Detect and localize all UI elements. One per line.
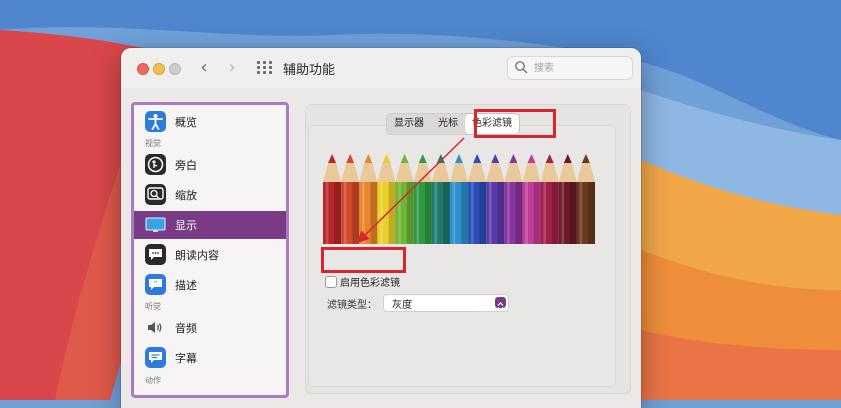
annotation-arrow xyxy=(356,137,465,244)
accessibility-window: ‹ › 辅助功能 概览 视觉 旁白 xyxy=(121,48,641,408)
